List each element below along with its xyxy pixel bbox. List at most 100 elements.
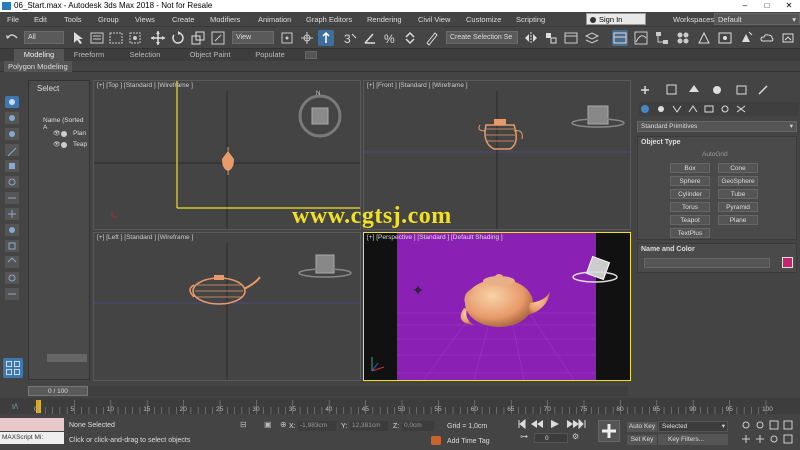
close-button[interactable]: ✕ <box>778 0 800 12</box>
viewport-layout-icon[interactable] <box>3 358 23 378</box>
tab-populate[interactable]: Populate <box>245 49 295 61</box>
tab-object-paint[interactable]: Object Paint <box>180 49 240 61</box>
scene-explorer-tools-icon[interactable] <box>2 94 24 334</box>
schematic-view-icon[interactable] <box>654 30 670 46</box>
select-by-name-icon[interactable] <box>89 30 105 46</box>
auto-key-button[interactable]: Auto Key <box>627 422 657 432</box>
key-mode-icon[interactable]: ⊶ <box>520 432 528 441</box>
selection-filter-dropdown[interactable]: All <box>24 31 64 44</box>
menu-rendering[interactable]: Rendering <box>367 15 402 24</box>
visibility-eye-icon[interactable]: 👁 <box>53 130 61 137</box>
render-in-cloud-icon[interactable] <box>759 30 775 46</box>
list-item[interactable]: 👁 Teap <box>53 140 91 150</box>
autogrid-checkbox[interactable]: AutoGrid <box>702 151 728 158</box>
name-and-color-title[interactable]: Name and Color <box>641 246 695 253</box>
primitive-category-dropdown[interactable]: Standard Primitives ▾ <box>637 121 797 132</box>
torus-button[interactable]: Torus <box>670 202 710 212</box>
plane-button[interactable]: Plane <box>718 215 758 225</box>
key-filters-button[interactable]: Key Filters... <box>658 434 728 445</box>
viewport-perspective[interactable]: [+] [Perspective ] [Standard ] [Default … <box>363 232 631 381</box>
menu-customize[interactable]: Customize <box>466 15 501 24</box>
menu-tools[interactable]: Tools <box>64 15 82 24</box>
object-color-swatch[interactable] <box>782 257 793 268</box>
percent-snap-icon[interactable]: % <box>382 30 398 46</box>
rotate-icon[interactable] <box>170 30 186 46</box>
menu-scripting[interactable]: Scripting <box>516 15 545 24</box>
z-coordinate-field[interactable]: 0,0cm <box>402 421 434 431</box>
reference-coord-dropdown[interactable]: View <box>232 31 274 44</box>
visibility-eye-icon[interactable]: 👁 <box>53 141 61 148</box>
maximize-button[interactable]: □ <box>756 0 778 12</box>
scene-explorer-toggle-icon[interactable] <box>563 30 579 46</box>
playback-controls[interactable] <box>517 418 587 430</box>
current-frame-field[interactable]: 0 <box>534 433 568 443</box>
menu-animation[interactable]: Animation <box>258 15 291 24</box>
time-slider[interactable]: 0 / 100 <box>28 386 628 396</box>
align-icon[interactable] <box>543 30 559 46</box>
geosphere-button[interactable]: GeoSphere <box>718 176 758 186</box>
render-setup-icon[interactable] <box>696 30 712 46</box>
scale-icon[interactable] <box>190 30 206 46</box>
viewport-perspective-label[interactable]: [+] [Perspective ] [Standard ] [Default … <box>367 234 503 241</box>
absolute-mode-icon[interactable]: ⊕ <box>280 420 287 429</box>
object-type-rollout-title[interactable]: Object Type <box>641 139 681 146</box>
key-set-dropdown[interactable]: Selected ▾ <box>658 421 728 432</box>
teapot-button[interactable]: Teapot <box>670 215 710 225</box>
tab-modeling[interactable]: Modeling <box>14 49 64 61</box>
render-production-icon[interactable] <box>738 30 754 46</box>
menu-edit[interactable]: Edit <box>34 15 47 24</box>
edit-named-selection-icon[interactable] <box>424 30 440 46</box>
curve-editor-icon[interactable] <box>633 30 649 46</box>
ribbon-options-icon[interactable] <box>305 51 317 59</box>
maxscript-listener[interactable] <box>0 418 64 431</box>
menu-graph-editors[interactable]: Graph Editors <box>306 15 352 24</box>
polygon-modeling-panel[interactable]: Polygon Modeling <box>4 61 72 72</box>
snap-toggle-icon[interactable]: 3 <box>342 30 358 46</box>
move-icon[interactable] <box>150 30 166 46</box>
menu-views[interactable]: Views <box>135 15 155 24</box>
y-coordinate-field[interactable]: 12,381cm <box>350 421 388 431</box>
cone-button[interactable]: Cone <box>718 163 758 173</box>
layer-explorer-icon[interactable] <box>584 30 600 46</box>
workspace-dropdown[interactable]: Default ▾ <box>714 13 800 25</box>
minimize-button[interactable]: – <box>734 0 756 12</box>
keyboard-shortcut-icon[interactable] <box>318 30 334 46</box>
toggle-ribbon-icon[interactable] <box>612 30 628 46</box>
select-object-icon[interactable] <box>70 30 86 46</box>
rectangular-selection-icon[interactable] <box>108 30 124 46</box>
viewport-navigation-controls[interactable] <box>740 419 798 445</box>
box-button[interactable]: Box <box>670 163 710 173</box>
cylinder-button[interactable]: Cylinder <box>670 189 710 199</box>
viewport-left[interactable]: [+] [Left ] [Standard ] [Wireframe ] <box>93 232 361 381</box>
menu-civil-view[interactable]: Civil View <box>418 15 450 24</box>
add-time-tag[interactable]: Add Time Tag <box>447 438 490 445</box>
time-tag-icon[interactable] <box>431 436 441 445</box>
named-selection-dropdown[interactable]: Create Selection Se <box>446 31 518 44</box>
textplus-button[interactable]: TextPlus <box>670 228 710 238</box>
select-manipulate-icon[interactable] <box>299 30 315 46</box>
tab-freeform[interactable]: Freeform <box>64 49 114 61</box>
menu-file[interactable]: File <box>7 15 19 24</box>
pyramid-button[interactable]: Pyramid <box>718 202 758 212</box>
material-editor-icon[interactable] <box>675 30 691 46</box>
time-configuration-icon[interactable]: ⚙ <box>572 432 579 441</box>
tab-selection[interactable]: Selection <box>120 49 170 61</box>
rendered-frame-window-icon[interactable] <box>717 30 733 46</box>
isolate-selection-icon[interactable]: ⊟ <box>240 420 247 429</box>
menu-modifiers[interactable]: Modifiers <box>210 15 240 24</box>
sign-in-dropdown[interactable]: Sign In <box>586 13 646 25</box>
x-coordinate-field[interactable]: -1,983cm <box>298 421 336 431</box>
window-crossing-icon[interactable] <box>127 30 143 46</box>
angle-snap-icon[interactable] <box>362 30 378 46</box>
set-keys-icon[interactable] <box>598 420 620 442</box>
object-name-field[interactable] <box>644 258 770 268</box>
pivot-center-icon[interactable] <box>279 30 295 46</box>
place-icon[interactable] <box>210 30 226 46</box>
tube-button[interactable]: Tube <box>718 189 758 199</box>
menu-create[interactable]: Create <box>172 15 195 24</box>
time-slider-thumb[interactable]: 0 / 100 <box>28 386 88 396</box>
scene-explorer-scrollbar[interactable] <box>47 354 87 362</box>
maxscript-mini-listener[interactable]: MAXScript Mi: <box>0 432 64 444</box>
menu-group[interactable]: Group <box>98 15 119 24</box>
set-key-button[interactable]: Set Key <box>627 435 657 445</box>
